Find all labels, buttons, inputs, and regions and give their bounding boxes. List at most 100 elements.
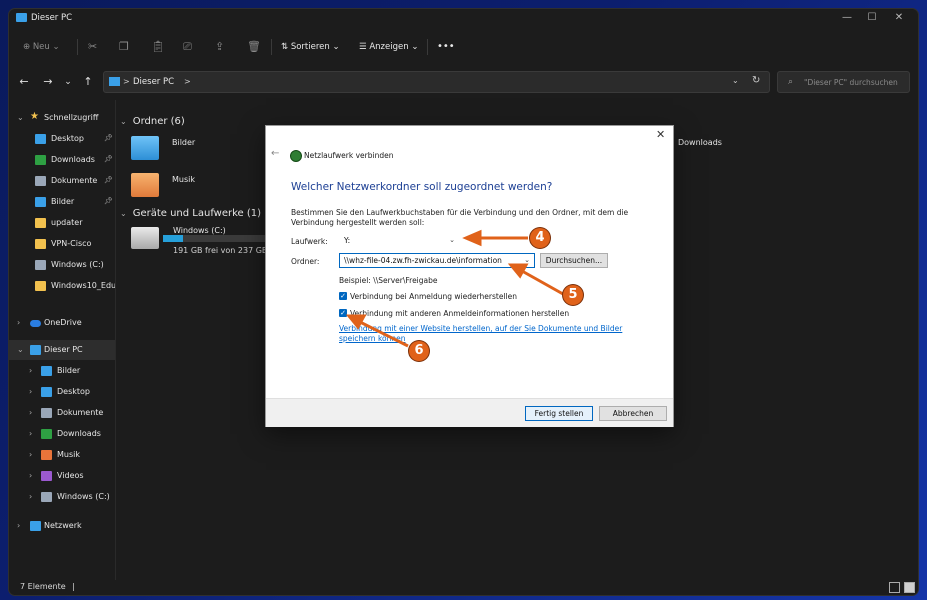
sidebar-item-label: Bilder — [57, 366, 81, 375]
annotation-marker-6: 6 — [409, 341, 429, 361]
sidebar-item-bilder[interactable]: › Bilder — [9, 361, 115, 381]
folder-label: Ordner: — [291, 257, 320, 266]
back-arrow-icon[interactable]: ← — [271, 148, 279, 159]
chevron-down-icon: ⌄ — [524, 256, 530, 264]
more-options-button[interactable]: ••• — [437, 39, 455, 55]
forward-arrow-icon[interactable]: → — [39, 74, 57, 90]
music-folder-icon[interactable] — [131, 173, 159, 197]
sidebar-item-dokumente[interactable]: Dokumente 📌︎ — [9, 171, 115, 191]
reconnect-label[interactable]: Verbindung bei Anmeldung wiederherstelle… — [350, 292, 517, 301]
sidebar-item-videos[interactable]: › Videos — [9, 466, 115, 486]
close-button[interactable]: ✕ — [885, 11, 913, 25]
sidebar-item-musik[interactable]: › Musik — [9, 445, 115, 465]
folder-icon — [35, 197, 46, 207]
paste-icon[interactable]: 📋︎ — [151, 39, 165, 55]
sidebar-item-onedrive[interactable]: › OneDrive — [9, 313, 115, 333]
cut-icon[interactable]: ✂ — [88, 39, 97, 55]
folder-path-combobox[interactable]: \\whz-file-04.zw.fh-zwickau.de\informati… — [339, 253, 535, 268]
website-connection-link[interactable]: Verbindung mit einer Website herstellen,… — [339, 324, 649, 344]
chevron-down-icon: ⌄ — [17, 345, 24, 354]
folder-icon — [35, 155, 46, 165]
sidebar-item-windows10-edu[interactable]: Windows10_Edu — [9, 276, 117, 296]
sidebar-item-desktop[interactable]: › Desktop — [9, 382, 115, 402]
sidebar-item-desktop[interactable]: Desktop 📌︎ — [9, 129, 115, 149]
tiles-view-icon[interactable] — [904, 582, 915, 593]
sidebar-item-label: Windows (C:) — [51, 260, 104, 269]
new-button[interactable]: ⊕ Neu ⌄ — [23, 39, 60, 55]
sidebar-item-label: Schnellzugriff — [44, 113, 99, 122]
group-header-folders[interactable]: ⌄ Ordner (6) — [120, 116, 185, 127]
network-drive-icon — [290, 150, 302, 162]
credentials-label[interactable]: Verbindung mit anderen Anmeldeinformatio… — [350, 309, 569, 318]
reconnect-checkbox[interactable]: ✓ — [339, 292, 347, 300]
sidebar-item-this-pc[interactable]: ⌄ Dieser PC — [9, 340, 115, 360]
group-count: (6) — [170, 116, 185, 127]
address-history-icon[interactable]: ⌄ — [732, 76, 739, 85]
pin-icon: 📌︎ — [104, 197, 113, 205]
folder-label[interactable]: Musik — [172, 175, 195, 184]
address-row: ← → ⌄ ↑ > Dieser PC > ⌄ ↻ ⌕ "Dieser PC" … — [9, 67, 918, 97]
minimize-button[interactable]: — — [833, 11, 861, 25]
sidebar-item-updater[interactable]: updater — [9, 213, 115, 233]
sort-button[interactable]: ⇅ Sortieren ⌄ — [281, 39, 340, 55]
address-bar[interactable]: > Dieser PC > ⌄ ↻ — [103, 71, 770, 93]
close-icon[interactable]: ✕ — [656, 128, 665, 141]
command-bar: ⊕ Neu ⌄ ✂ ❐ 📋︎ ⎚ ⇪ 🗑︎ ⇅ Sortieren ⌄ ☰ An… — [9, 33, 918, 59]
map-network-drive-dialog: ✕ ← Netzlaufwerk verbinden Welcher Netzw… — [266, 126, 673, 427]
sidebar-item-vpn-cisco[interactable]: VPN-Cisco — [9, 234, 115, 254]
sidebar-item-label: Windows10_Edu — [51, 281, 117, 290]
sidebar-item-dokumente[interactable]: › Dokumente — [9, 403, 115, 423]
maximize-button[interactable]: ☐ — [858, 11, 886, 25]
sidebar-item-downloads[interactable]: Downloads 📌︎ — [9, 150, 115, 170]
this-pc-icon — [16, 13, 27, 22]
sidebar-item-windows-c-[interactable]: Windows (C:) — [9, 255, 115, 275]
cancel-button[interactable]: Abbrechen — [599, 406, 667, 421]
folder-icon — [35, 281, 46, 291]
recent-chevron-icon[interactable]: ⌄ — [59, 74, 77, 90]
search-input[interactable]: ⌕ "Dieser PC" durchsuchen — [777, 71, 910, 93]
up-arrow-icon[interactable]: ↑ — [79, 74, 97, 90]
cloud-icon — [30, 320, 41, 327]
drive-letter-value: Y: — [344, 236, 351, 245]
group-header-drives[interactable]: ⌄ Geräte und Laufwerke (1) — [120, 208, 261, 219]
divider — [77, 39, 78, 55]
folder-path-value: \\whz-file-04.zw.fh-zwickau.de\informati… — [344, 256, 502, 265]
browse-button[interactable]: Durchsuchen... — [540, 253, 608, 268]
chevron-right-icon: › — [29, 387, 33, 396]
folder-label[interactable]: Bilder — [172, 138, 195, 147]
view-button[interactable]: ☰ Anzeigen ⌄ — [359, 39, 418, 55]
folder-icon — [35, 134, 46, 144]
sidebar-item-network[interactable]: › Netzwerk — [9, 516, 115, 536]
pictures-folder-icon[interactable] — [131, 136, 159, 160]
chevron-right-icon: › — [29, 408, 33, 417]
finish-button[interactable]: Fertig stellen — [525, 406, 593, 421]
chevron-down-icon: ⌄ — [449, 236, 455, 244]
refresh-icon[interactable]: ↻ — [752, 75, 760, 86]
folder-icon — [41, 387, 52, 397]
chevron-down-icon: ⌄ — [17, 113, 24, 122]
chevron-right-icon: › — [29, 429, 33, 438]
sidebar-item-downloads[interactable]: › Downloads — [9, 424, 115, 444]
credentials-checkbox[interactable]: ✓ — [339, 309, 347, 317]
view-icon: ☰ — [359, 42, 367, 52]
copy-icon[interactable]: ❐ — [119, 39, 129, 55]
drive-icon[interactable] — [131, 227, 159, 249]
folder-icon — [41, 492, 52, 502]
chevron-down-icon: ⌄ — [52, 42, 60, 52]
share-icon[interactable]: ⇪ — [215, 39, 224, 55]
sidebar-item-windows-c-[interactable]: › Windows (C:) — [9, 487, 115, 507]
folder-label[interactable]: Downloads — [678, 138, 722, 147]
drive-label: Laufwerk: — [291, 237, 328, 246]
dialog-description: Bestimmen Sie den Laufwerkbuchstaben für… — [291, 208, 629, 227]
back-arrow-icon[interactable]: ← — [15, 74, 33, 90]
window-title: Dieser PC — [31, 13, 73, 23]
breadcrumb[interactable]: Dieser PC — [133, 77, 174, 87]
rename-icon[interactable]: ⎚ — [183, 39, 192, 55]
sidebar-item-quick-access[interactable]: ⌄ ★ Schnellzugriff — [9, 108, 115, 128]
sidebar-item-bilder[interactable]: Bilder 📌︎ — [9, 192, 115, 212]
drive-letter-select[interactable]: Y: ⌄ — [339, 233, 460, 248]
details-view-icon[interactable] — [889, 582, 900, 593]
drive-name[interactable]: Windows (C:) — [173, 226, 226, 235]
title-bar: Dieser PC — ☐ ✕ — [9, 9, 918, 27]
delete-icon[interactable]: 🗑︎ — [247, 39, 261, 55]
